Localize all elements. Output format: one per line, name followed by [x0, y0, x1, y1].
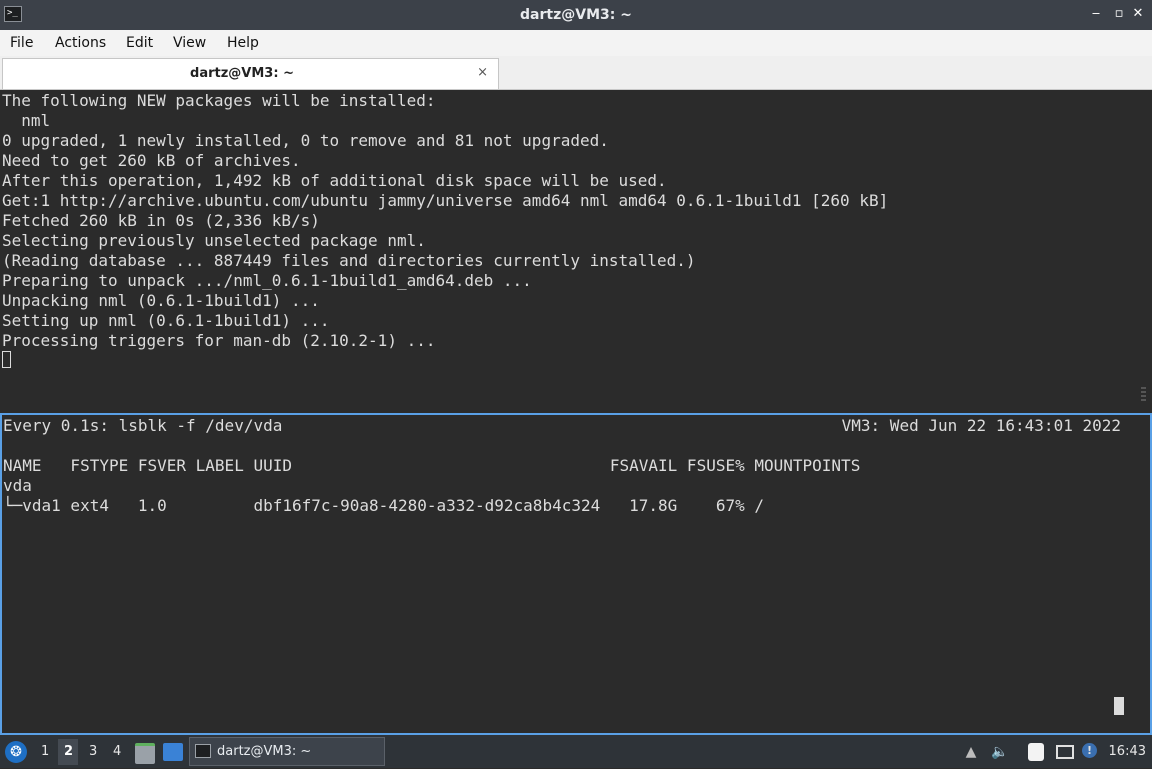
terminal-pane-top[interactable]: The following NEW packages will be insta… [0, 91, 1152, 411]
lsblk-row: vda [3, 476, 32, 495]
network-icon[interactable] [1056, 745, 1074, 759]
terminal-pane-bottom[interactable]: Every 0.1s: lsblk -f /dev/vda VM3: Wed J… [0, 413, 1152, 735]
watch-header-right: VM3: Wed Jun 22 16:43:01 2022 [841, 416, 1121, 435]
tab-bar: dartz@VM3: ~ × [0, 56, 1152, 90]
minimize-button[interactable]: ‒ [1088, 6, 1104, 22]
tab-close-icon[interactable]: × [477, 66, 488, 80]
window-titlebar[interactable]: >_ dartz@VM3: ~ ‒ ▫ ✕ [0, 0, 1152, 30]
terminal-block-cursor [1114, 697, 1124, 715]
taskbar-window-label: dartz@VM3: ~ [217, 744, 312, 759]
workspace-1[interactable]: 1 [41, 735, 49, 769]
tray-up-arrow-icon[interactable]: ▲ [962, 743, 980, 761]
menu-help[interactable]: Help [225, 30, 261, 56]
workspace-4[interactable]: 4 [113, 735, 121, 769]
show-desktop-icon[interactable] [163, 743, 183, 761]
terminal-cursor [2, 351, 11, 368]
clock[interactable]: 16:43 [1109, 735, 1146, 769]
terminal-line: After this operation, 1,492 kB of additi… [2, 171, 667, 190]
menu-view[interactable]: View [171, 30, 208, 56]
window-title: dartz@VM3: ~ [520, 7, 632, 23]
workspace-3[interactable]: 3 [89, 735, 97, 769]
clipboard-icon[interactable] [1028, 743, 1044, 761]
terminal-line: Fetched 260 kB in 0s (2,336 kB/s) [2, 211, 320, 230]
close-button[interactable]: ✕ [1130, 6, 1146, 22]
terminal-line: Need to get 260 kB of archives. [2, 151, 301, 170]
terminal-line: nml [2, 111, 51, 130]
volume-icon[interactable]: 🔈 [991, 743, 1009, 761]
lsblk-row: └─vda1 ext4 1.0 dbf16f7c-90a8-4280-a332-… [3, 496, 764, 515]
tab-terminal[interactable]: dartz@VM3: ~ × [2, 58, 499, 89]
terminal-line: Preparing to unpack .../nml_0.6.1-1build… [2, 271, 532, 290]
lsblk-table-header: NAME FSTYPE FSVER LABEL UUID FSAVAIL FSU… [3, 456, 861, 475]
menu-file[interactable]: File [8, 30, 35, 56]
terminal-line: Unpacking nml (0.6.1-1build1) ... [2, 291, 320, 310]
terminal-line: Setting up nml (0.6.1-1build1) ... [2, 311, 330, 330]
file-manager-icon[interactable] [135, 743, 155, 764]
terminal-task-icon [195, 744, 211, 758]
terminal-line: Selecting previously unselected package … [2, 231, 426, 250]
pane-resize-grip[interactable] [1141, 387, 1146, 403]
terminal-line: Processing triggers for man-db (2.10.2-1… [2, 331, 436, 350]
terminal-line: (Reading database ... 887449 files and d… [2, 251, 696, 270]
watch-header-left: Every 0.1s: lsblk -f /dev/vda [3, 416, 283, 435]
terminal-line: Get:1 http://archive.ubuntu.com/ubuntu j… [2, 191, 889, 210]
menu-bar: File Actions Edit View Help [0, 30, 1152, 56]
taskbar: ❂ 1 2 3 4 dartz@VM3: ~ ▲ 🔈 ! 16:43 [0, 735, 1152, 768]
tab-label: dartz@VM3: ~ [190, 66, 294, 81]
taskbar-window-terminal[interactable]: dartz@VM3: ~ [189, 737, 385, 766]
menu-edit[interactable]: Edit [124, 30, 155, 56]
start-menu-icon[interactable]: ❂ [5, 741, 27, 763]
maximize-button[interactable]: ▫ [1111, 6, 1127, 22]
terminal-line: The following NEW packages will be insta… [2, 91, 436, 110]
workspace-2[interactable]: 2 [64, 735, 73, 769]
notification-icon[interactable]: ! [1082, 743, 1097, 758]
menu-actions[interactable]: Actions [53, 30, 108, 56]
terminal-line: 0 upgraded, 1 newly installed, 0 to remo… [2, 131, 609, 150]
